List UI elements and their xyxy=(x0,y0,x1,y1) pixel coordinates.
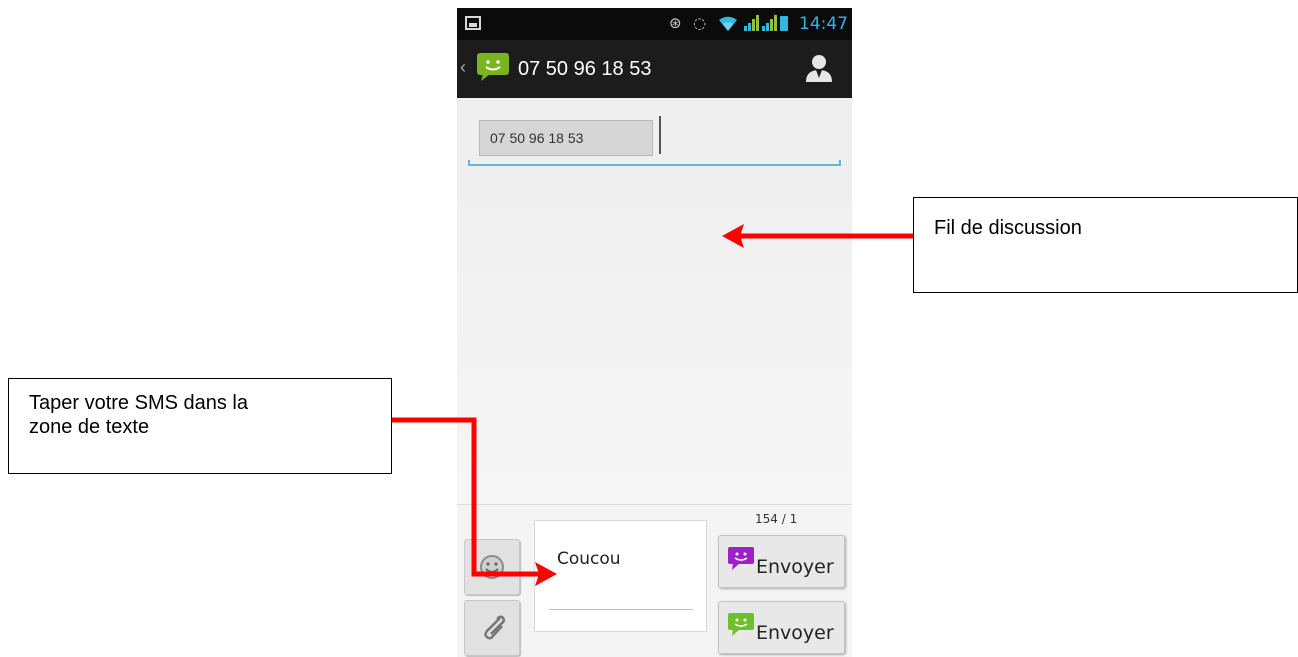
recipient-chip[interactable]: 07 50 96 18 53 xyxy=(479,120,653,156)
image-notification-icon xyxy=(465,16,481,30)
compose-bar: Coucou 154 / 1 Envoyer Envoyer xyxy=(457,504,852,657)
send-purple-icon xyxy=(727,546,757,572)
thread-callout-text: Fil de discussion xyxy=(934,217,1082,239)
send-green-icon xyxy=(727,612,757,638)
phone-screen: ⊛ ◌ 14:47 ‹ 07 50 96 18 53 07 50 96 18 5… xyxy=(457,8,852,657)
action-bar: ‹ 07 50 96 18 53 xyxy=(457,40,852,98)
compose-callout: Taper votre SMS dans la zone de texte xyxy=(8,378,392,474)
bluetooth-icon: ⊛ xyxy=(669,14,682,32)
character-counter: 154 / 1 xyxy=(755,512,798,526)
wifi-icon xyxy=(717,13,739,37)
paperclip-icon xyxy=(480,614,506,647)
contact-icon[interactable] xyxy=(804,52,834,86)
recipient-field-underline xyxy=(468,160,841,166)
recipient-area: 07 50 96 18 53 xyxy=(457,98,852,204)
smiley-icon xyxy=(479,554,505,585)
attach-button[interactable] xyxy=(464,600,520,656)
battery-icon xyxy=(780,16,788,31)
send-button-sim2[interactable]: Envoyer xyxy=(718,601,845,654)
messaging-app-icon[interactable] xyxy=(475,52,511,82)
send-button-sim1[interactable]: Envoyer xyxy=(718,535,845,588)
send-label-sim2: Envoyer xyxy=(756,622,834,644)
thread-callout: Fil de discussion xyxy=(913,197,1298,293)
message-text[interactable]: Coucou xyxy=(557,549,621,569)
input-underline xyxy=(549,609,693,610)
status-bar: ⊛ ◌ 14:47 xyxy=(457,8,852,40)
emoji-button[interactable] xyxy=(464,539,520,595)
alarm-icon: ◌ xyxy=(693,14,707,32)
signal-sim1-icon xyxy=(744,15,759,31)
conversation-title: 07 50 96 18 53 xyxy=(518,58,652,80)
message-input[interactable]: Coucou xyxy=(534,520,707,632)
compose-callout-line2: zone de texte xyxy=(29,416,150,438)
send-label-sim1: Envoyer xyxy=(756,556,834,578)
back-chevron-icon[interactable]: ‹ xyxy=(460,57,466,77)
text-cursor xyxy=(659,116,661,154)
compose-callout-line1: Taper votre SMS dans la xyxy=(29,392,248,414)
conversation-thread xyxy=(457,204,852,504)
signal-sim2-icon xyxy=(762,15,777,31)
clock-time: 14:47 xyxy=(799,14,848,34)
